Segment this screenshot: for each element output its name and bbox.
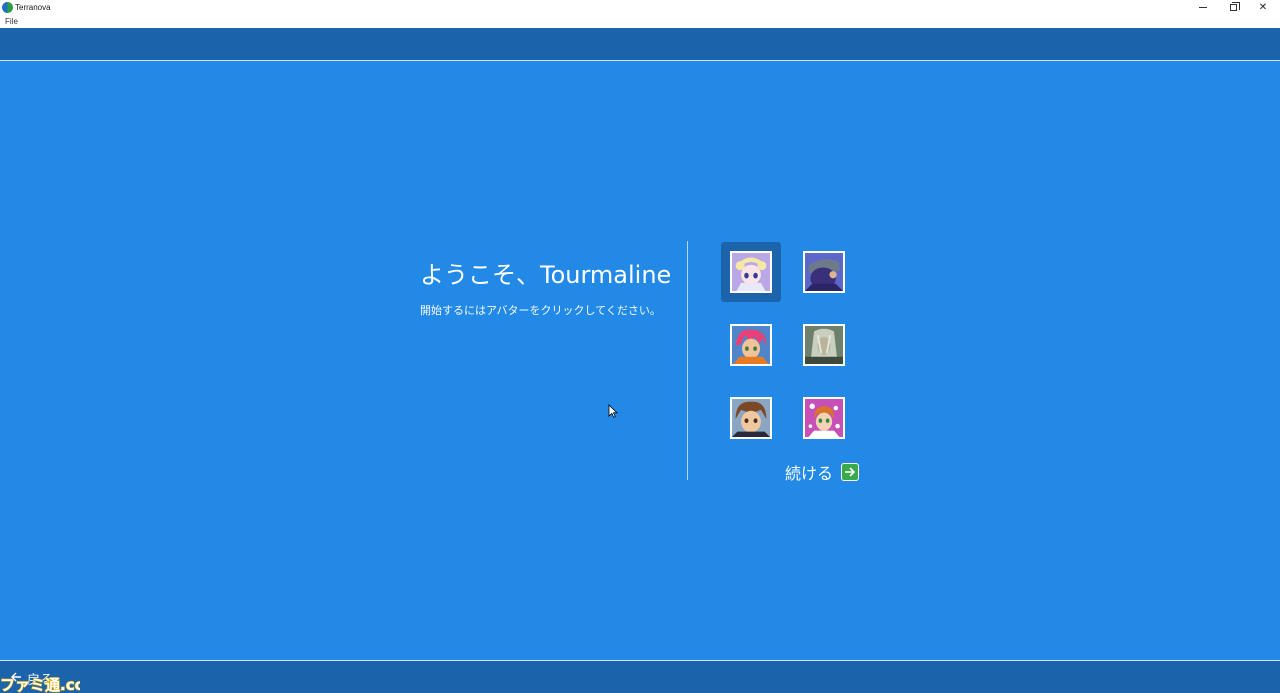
restore-button[interactable] [1218, 0, 1248, 15]
restore-icon [1229, 2, 1240, 11]
close-icon: ✕ [1258, 2, 1268, 13]
menu-bar: File [0, 15, 1280, 28]
footer-band [0, 660, 1280, 693]
header-band [0, 28, 1280, 61]
title-bar: Terranova ✕ [0, 0, 1280, 15]
avatar-6[interactable] [794, 388, 854, 448]
app-logo-icon [2, 2, 13, 13]
avatar-3-image [730, 324, 772, 366]
avatar-2-image [803, 251, 845, 293]
window-title: Terranova [15, 3, 51, 12]
continue-button[interactable]: 続ける [785, 460, 860, 484]
avatar-4[interactable] [794, 315, 854, 375]
close-button[interactable]: ✕ [1248, 0, 1278, 15]
avatar-1-image [730, 251, 772, 293]
mouse-cursor-icon [608, 404, 618, 418]
watermark-text: ファミ通.com [0, 676, 80, 693]
continue-label: 続ける [785, 464, 834, 483]
avatar-5[interactable] [721, 388, 781, 448]
avatar-4-image [803, 324, 845, 366]
welcome-title: ようこそ、Tourmaline [420, 261, 672, 289]
avatar-5-image [730, 397, 772, 439]
avatar-6-image [803, 397, 845, 439]
avatar-2[interactable] [794, 242, 854, 302]
minimize-button[interactable] [1188, 0, 1218, 15]
menu-file[interactable]: File [5, 16, 18, 27]
welcome-subtitle: 開始するにはアバターをクリックしてください。 [420, 304, 661, 317]
minimize-icon [1199, 7, 1207, 8]
avatar-1[interactable] [721, 242, 781, 302]
vertical-divider [687, 241, 688, 480]
avatar-3[interactable] [721, 315, 781, 375]
arrow-right-icon [841, 463, 860, 481]
watermark-logo: ファミ通.com [0, 675, 80, 693]
